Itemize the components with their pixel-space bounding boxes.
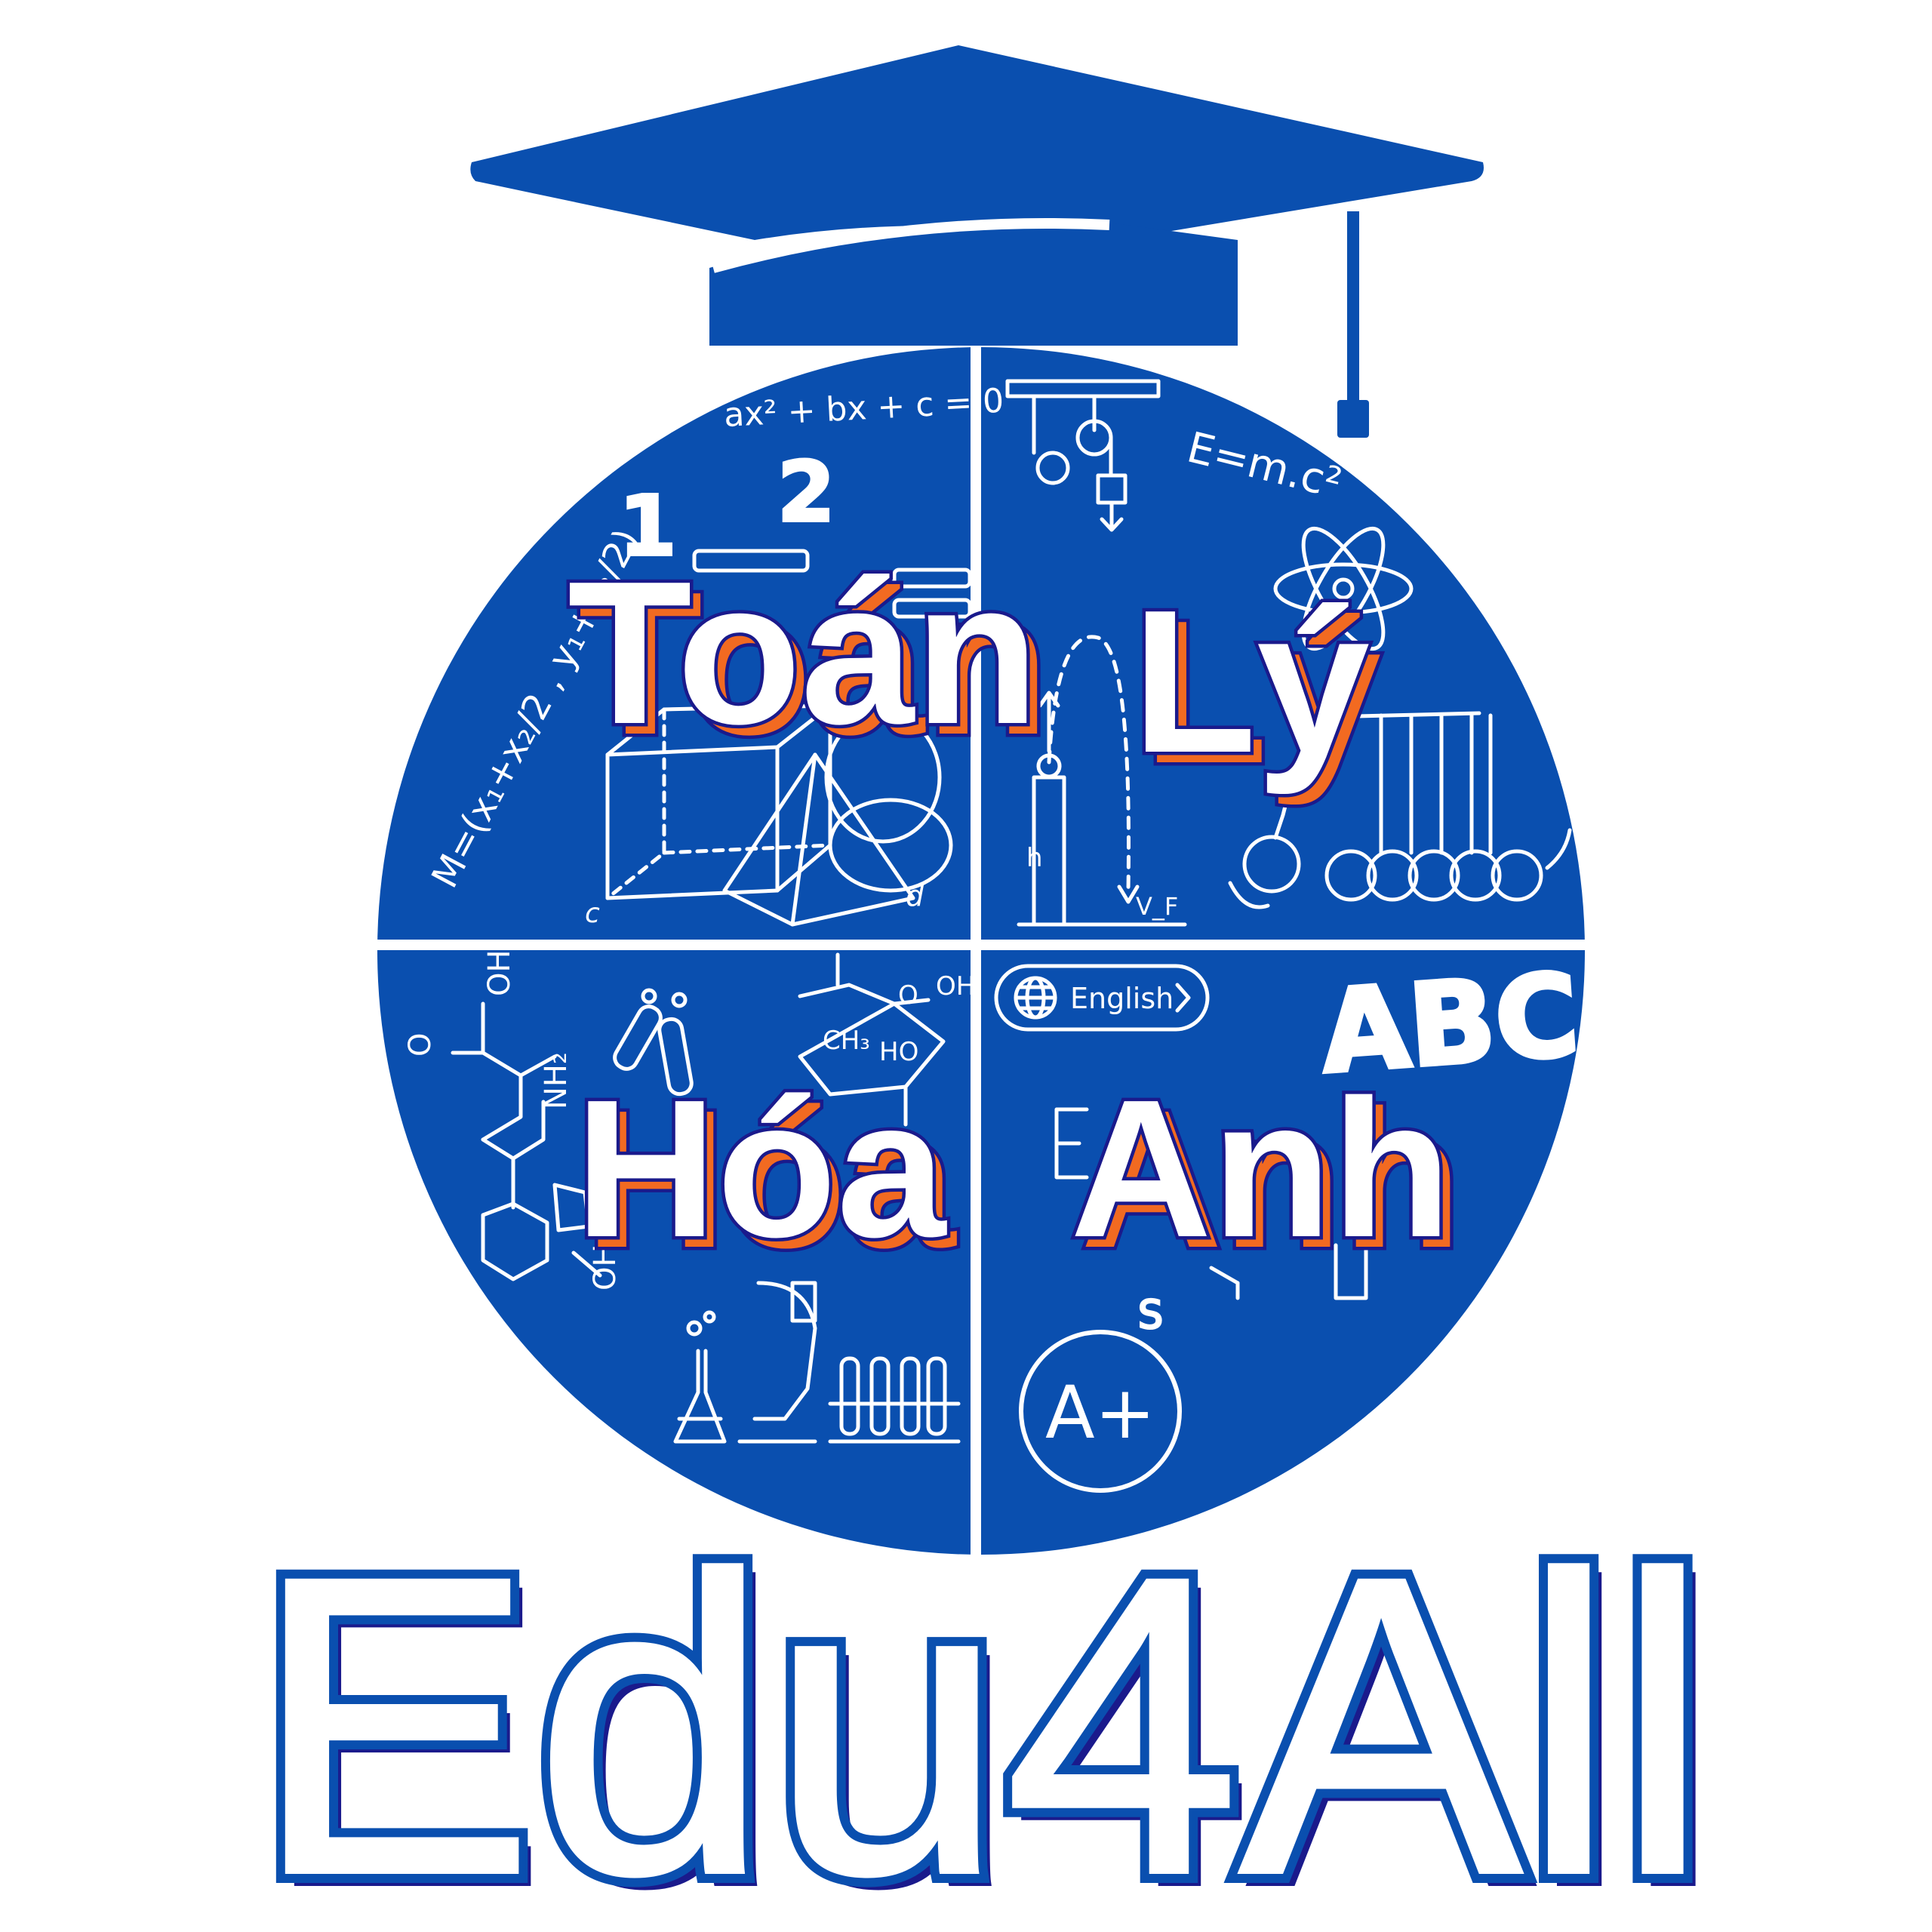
svg-text:Lý: Lý [1132, 568, 1371, 796]
language-button-label: English [1070, 982, 1174, 1015]
english-title: Anh Anh [1067, 1057, 1466, 1293]
svg-text:Anh: Anh [1070, 1060, 1451, 1278]
label-o: O [403, 1033, 438, 1057]
label-c: c [585, 898, 600, 929]
brand-name-inner: Edu4All [253, 1489, 1709, 1932]
label-vf: V_F [1136, 892, 1178, 921]
label-oh-top: OH [482, 949, 517, 996]
label-oh-ring: OH [936, 971, 975, 1001]
svg-text:Toán: Toán [568, 540, 1039, 767]
label-o-ring: O [898, 980, 918, 1011]
label-h: h [1026, 843, 1043, 873]
label-d: d [906, 879, 924, 912]
svg-text:Hóa: Hóa [575, 1060, 947, 1278]
physics-title: Lý Lý [1129, 565, 1386, 811]
label-s: S [1138, 1293, 1163, 1338]
grade-label: A+ [1045, 1371, 1155, 1455]
subject-circle [362, 332, 1600, 1570]
brand-wordmark: Edu4All Edu4All Edu4All [242, 1478, 1724, 1932]
edu4all-logo: ax² + bx + c = 0 2 1 M=(x₁+x₂/2 , y₁+y₂/… [242, 45, 1724, 1932]
chemistry-title: Hóa Hóa [572, 1057, 961, 1293]
digit-two: 2 [777, 444, 835, 540]
label-ch3: CH₃ [823, 1026, 870, 1056]
math-title: Toán Toán [565, 537, 1054, 781]
